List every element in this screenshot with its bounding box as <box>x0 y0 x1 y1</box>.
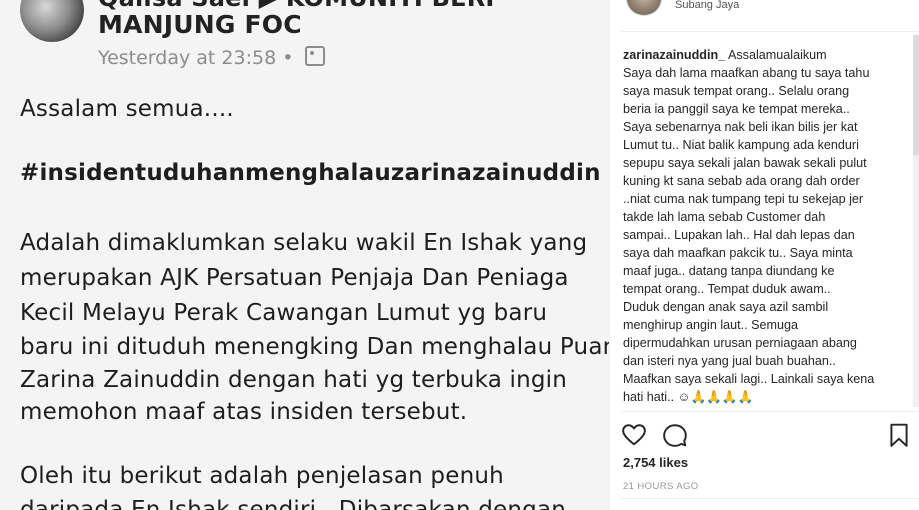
post-text-line: memohon maaf atas insiden tersebut. <box>20 399 468 425</box>
caption-line: dipermudahkan urusan perniagaan abang <box>623 336 857 350</box>
caption-line: beria ia panggil saya ke tempat mereka.. <box>623 102 850 116</box>
post-text-line: daripada En Ishak sendiri.. Dibarsakan d… <box>20 497 567 510</box>
fb-author-avatar <box>20 0 84 42</box>
caption-line: ..niat cuma nak tumpang tepi tu sekejap … <box>623 192 864 206</box>
fb-timestamp: Yesterday at 23:58 • <box>98 47 294 69</box>
post-time: 21 HOURS AGO <box>623 481 699 492</box>
post-text-line: Oleh itu berikut adalah penjelasan penuh <box>20 463 504 489</box>
post-text-line: baru ini dituduh menengking Dan menghala… <box>20 334 609 360</box>
caption-line: sepupu saya sekali jalan bawak sekali pu… <box>623 156 867 170</box>
post-text-line: Zarina Zainuddin dengan hati yg terbuka … <box>20 367 568 393</box>
caption-line: maaf juga.. datang tanpa diundang ke <box>623 264 835 278</box>
panel-divider <box>609 0 610 510</box>
post-text-line: Assalam semua.... <box>20 96 234 122</box>
header-divider <box>621 31 919 32</box>
post-text-line: Adalah dimaklumkan selaku wakil En Ishak… <box>20 230 588 256</box>
caption-divider <box>621 411 919 412</box>
caption-line: dan isteri nya yang jual buah buahan.. <box>623 354 836 368</box>
caption-line: Maafkan saya sekali lagi.. Lainkali saya… <box>623 372 875 386</box>
post-image[interactable]: Qalisa Saei ▶ KOMUNITI BERI MANJUNG FOC … <box>0 0 609 510</box>
like-count[interactable]: 2,754 likes <box>623 455 688 470</box>
caption-line: saya masuk tempat orang.. Selalu orang <box>623 84 850 98</box>
caption-scrollbar-thumb[interactable] <box>913 35 919 155</box>
caption-line: Lumut tu.. Niat balik kampung ada kendur… <box>623 138 859 152</box>
caption-username[interactable]: zarinazainuddin_ <box>623 48 725 62</box>
caption-line: hati hati.. ☺🙏🙏🙏🙏 <box>623 390 754 404</box>
caption-first-line: zarinazainuddin_ Assalamualaikum <box>623 46 905 64</box>
comment-divider <box>621 498 919 499</box>
caption-line: takde lah lama sebab Customer dah <box>623 210 826 224</box>
poster-avatar[interactable] <box>626 0 662 16</box>
caption-line: Duduk dengan anak saya azil sambil <box>623 300 829 314</box>
bookmark-icon[interactable] <box>886 422 912 448</box>
caption-line: sampai.. Lupakan lah.. Hal dah lepas dan <box>623 228 855 242</box>
caption-greeting: Assalamualaikum <box>725 48 827 62</box>
post-text-line: Kecil Melayu Perak Cawangan Lumut yg bar… <box>20 300 548 326</box>
comment-icon[interactable] <box>662 422 688 448</box>
fb-group-name: MANJUNG FOC <box>98 10 302 39</box>
post-hashtag-line: #insidentuduhanmenghalauzarinazainuddin <box>20 160 601 186</box>
fb-post-meta: Yesterday at 23:58 • <box>98 46 326 69</box>
photo-audience-icon <box>305 46 326 66</box>
caption-line: Saya sebenarnya nak beli ikan bilis jer … <box>623 120 858 134</box>
heart-icon[interactable] <box>621 422 647 448</box>
caption-line: Saya dah lama maafkan abang tu saya tahu <box>623 66 870 80</box>
caption-line: kuning kt sana sebab ada orang dah order <box>623 174 860 188</box>
caption-line: menghirup angin laut.. Semuga <box>623 318 799 332</box>
post-text-line: merupakan AJK Persatuan Penjaja Dan Peni… <box>20 265 569 291</box>
post-side-panel: Subang Jaya zarinazainuddin_ Assalamuala… <box>609 0 919 510</box>
caption-line: saya dah maafkan pakcik tu.. Saya minta <box>623 246 853 260</box>
post-location[interactable]: Subang Jaya <box>675 0 739 11</box>
post-caption: zarinazainuddin_ Assalamualaikum Saya da… <box>623 46 905 406</box>
caption-line: tempat orang.. Tempat duduk awam.. <box>623 282 831 296</box>
